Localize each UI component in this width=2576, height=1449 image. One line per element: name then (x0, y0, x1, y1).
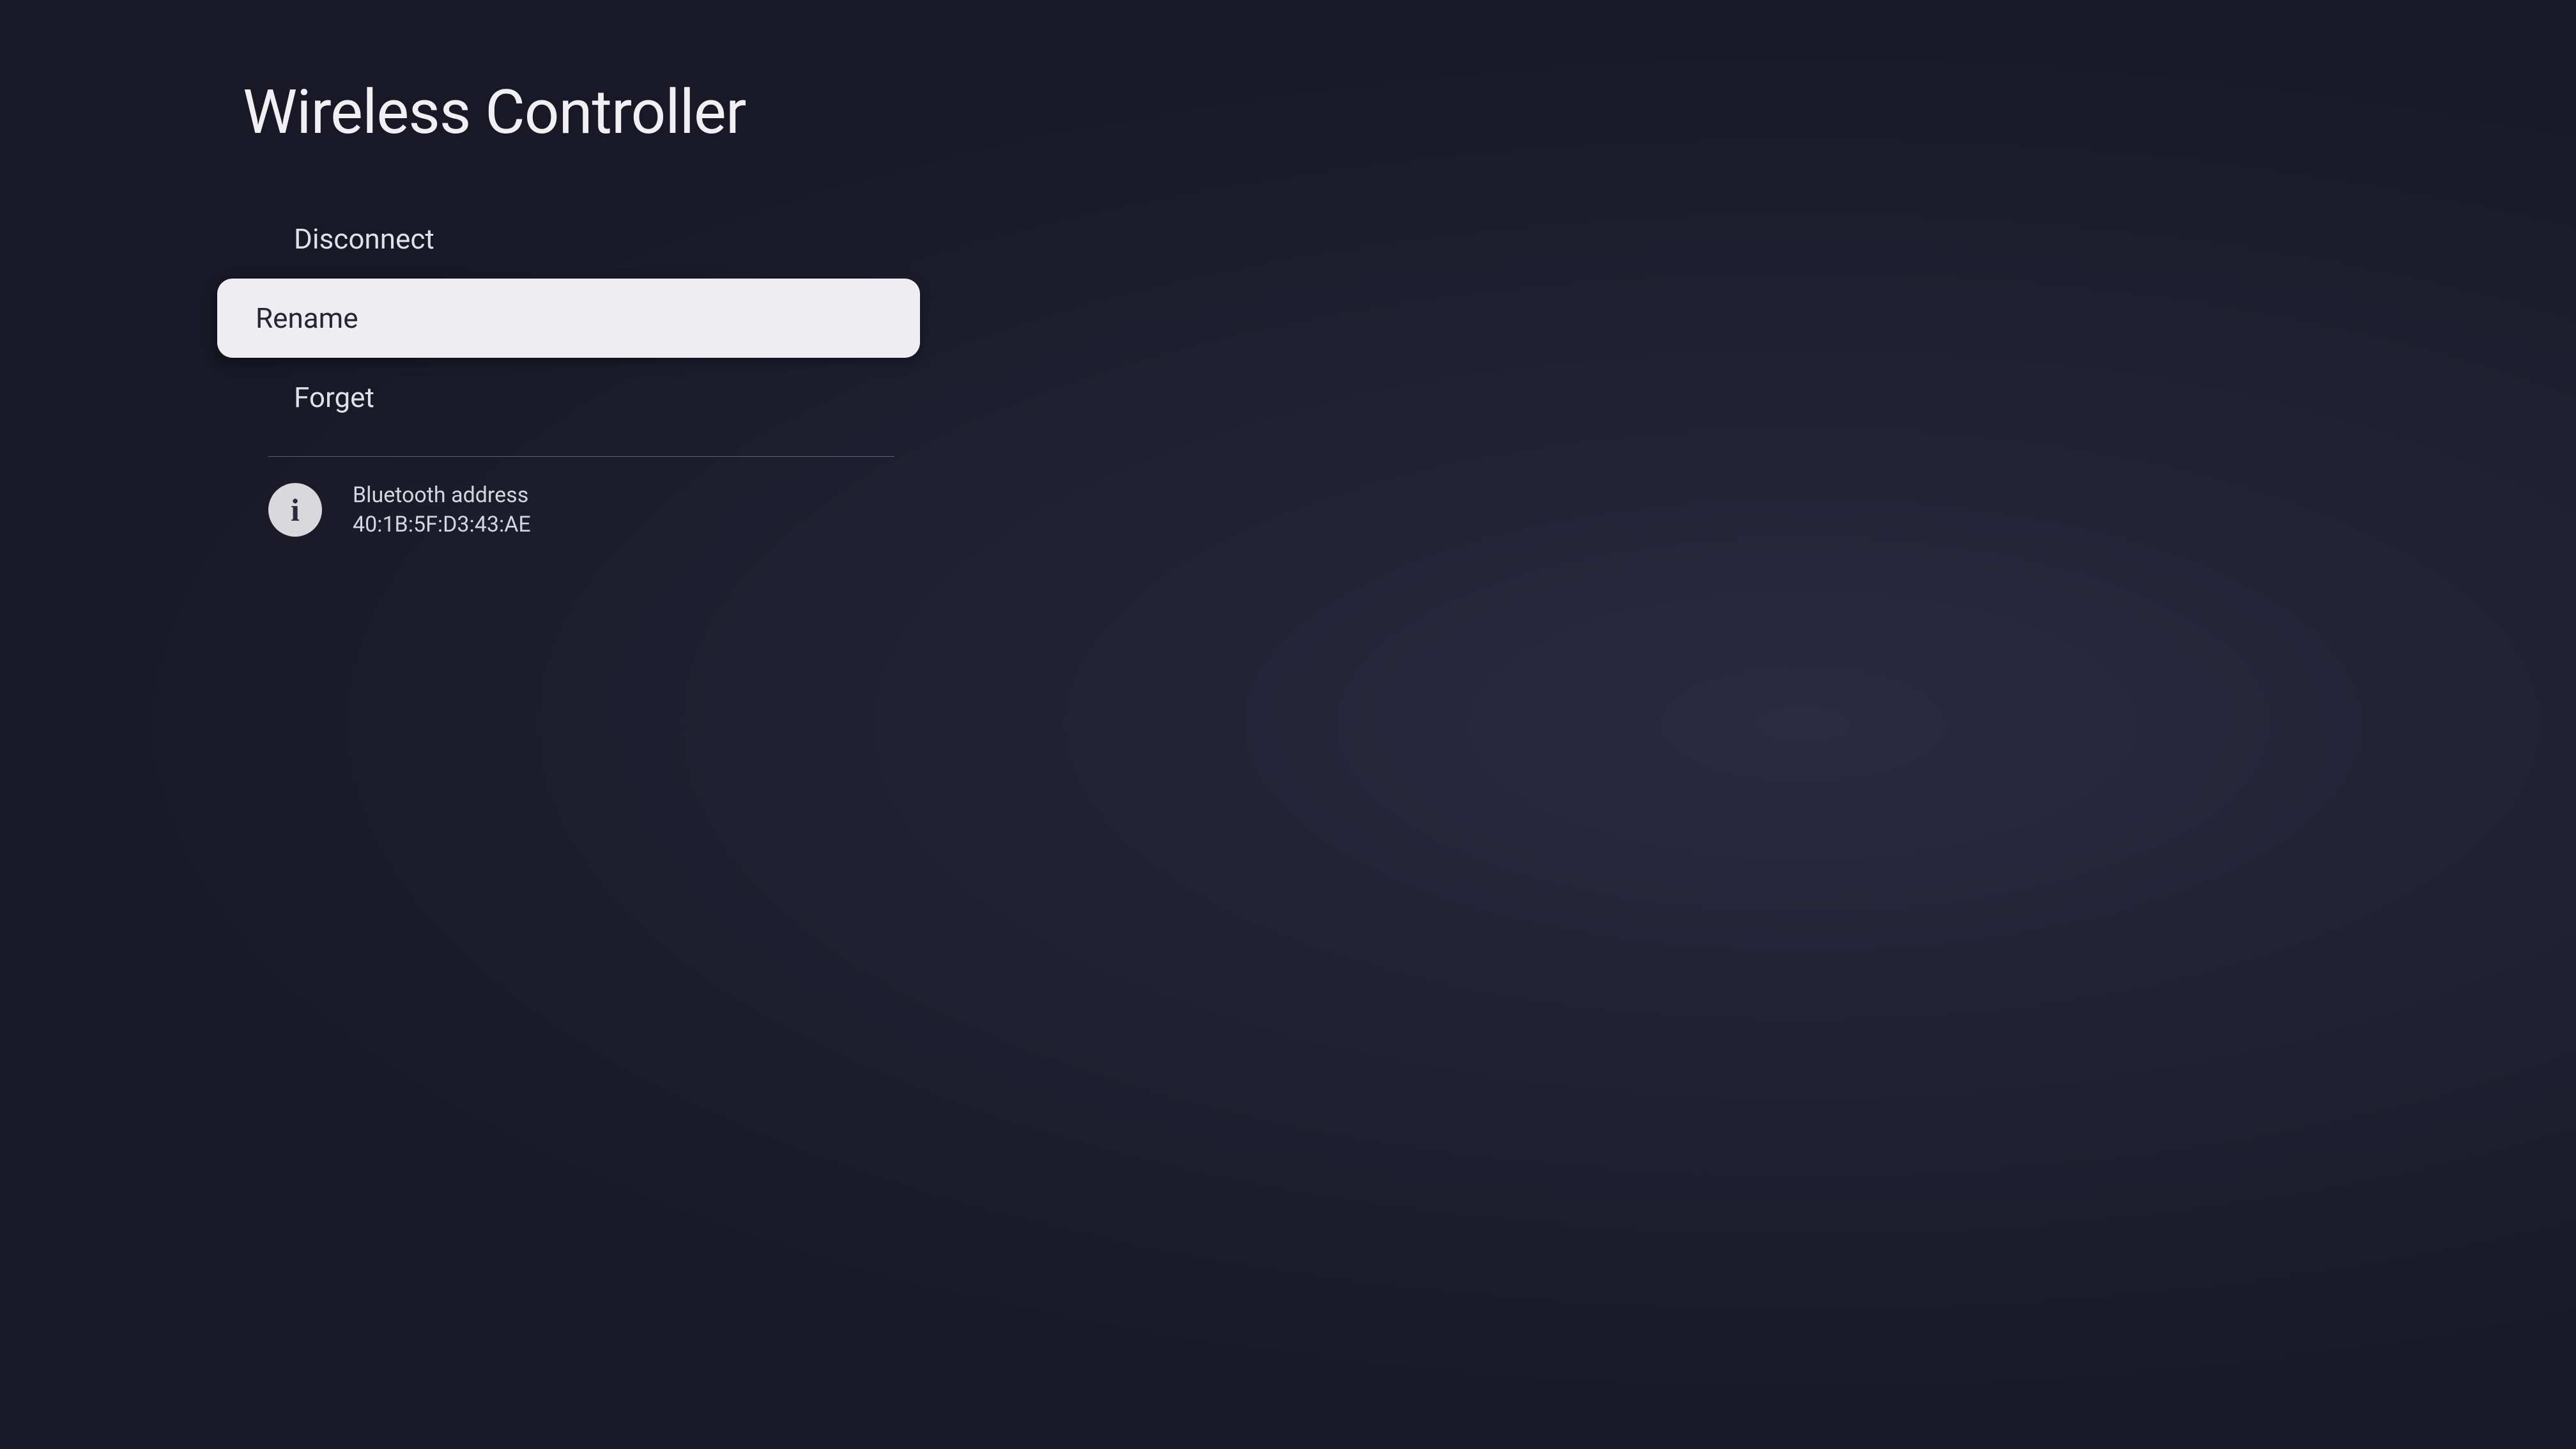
bluetooth-address-label: Bluetooth address (353, 482, 531, 508)
info-icon: i (268, 483, 322, 537)
divider (268, 456, 894, 457)
menu-item-label: Forget (294, 381, 374, 414)
bluetooth-address-row: i Bluetooth address 40:1B:5F:D3:43:AE (268, 482, 933, 537)
settings-screen: Wireless Controller Disconnect Rename Fo… (0, 0, 2576, 1449)
menu-item-label: Disconnect (294, 222, 434, 256)
info-text: Bluetooth address 40:1B:5F:D3:43:AE (353, 482, 531, 537)
rename-button[interactable]: Rename (217, 279, 920, 358)
disconnect-button[interactable]: Disconnect (256, 199, 933, 279)
device-menu: Disconnect Rename Forget i Bluetooth add… (230, 199, 933, 537)
forget-button[interactable]: Forget (256, 358, 933, 437)
bluetooth-address-value: 40:1B:5F:D3:43:AE (353, 512, 531, 537)
page-title: Wireless Controller (243, 77, 2576, 148)
info-icon-glyph: i (291, 494, 300, 526)
menu-item-label: Rename (256, 302, 358, 335)
